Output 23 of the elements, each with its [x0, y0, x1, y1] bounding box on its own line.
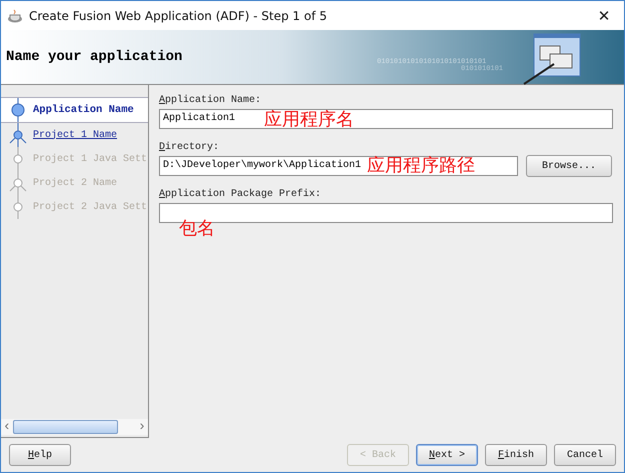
next-button[interactable]: Next >	[416, 444, 478, 466]
annotation-text: 应用程序路径	[367, 154, 475, 177]
help-button[interactable]: Help	[9, 444, 71, 466]
browse-button[interactable]: Browse...	[526, 155, 612, 177]
field-label: Application Name:	[159, 95, 262, 106]
window-title: Create Fusion Web Application (ADF) - Step 1 of 5	[29, 8, 328, 22]
step-item[interactable]: Project 1 Name	[1, 123, 148, 147]
field-label: Directory:	[159, 142, 220, 153]
close-button[interactable]: ✕	[584, 1, 624, 30]
field-label: Application Package Prefix:	[159, 189, 322, 200]
branch-node-icon	[9, 171, 27, 195]
annotation-text: 应用程序名	[264, 108, 354, 131]
horizontal-scrollbar[interactable]: ‹ ›	[1, 419, 148, 435]
cancel-button[interactable]: Cancel	[554, 444, 616, 466]
step-item[interactable]: Application Name	[1, 97, 148, 123]
scroll-left-button[interactable]: ‹	[1, 420, 13, 434]
circle-node-icon	[9, 98, 27, 122]
branch-node-icon	[9, 123, 27, 147]
scroll-right-button[interactable]: ›	[136, 420, 148, 434]
page-heading: Name your application	[6, 49, 182, 65]
coffee-cup-icon	[8, 8, 24, 22]
finish-button[interactable]: Finish	[485, 444, 547, 466]
annotation-text: 包名	[179, 217, 215, 240]
